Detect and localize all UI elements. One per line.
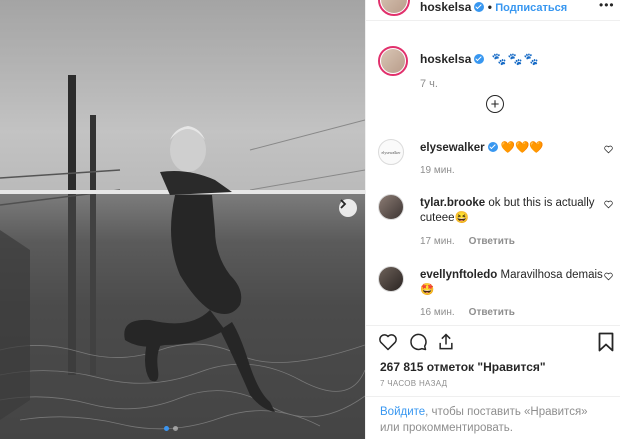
commenter-avatar[interactable]: elysewalker bbox=[378, 139, 404, 165]
carousel-dot bbox=[173, 426, 178, 431]
carousel-dots bbox=[164, 426, 178, 431]
login-link[interactable]: Войдите bbox=[380, 406, 425, 418]
comment-time[interactable]: 16 мин. bbox=[420, 307, 455, 318]
instagram-post: hoskelsa • Подписаться ••• hoskelsa 🐾🐾🐾 … bbox=[0, 0, 620, 439]
caption-avatar[interactable] bbox=[378, 46, 408, 76]
author-avatar[interactable] bbox=[378, 0, 410, 16]
comment-like-icon[interactable] bbox=[604, 272, 613, 283]
login-prompt: Войдите, чтобы поставить «Нравится» или … bbox=[380, 404, 605, 436]
author-username[interactable]: hoskelsa bbox=[420, 0, 471, 14]
caption: hoskelsa 🐾🐾🐾 bbox=[420, 52, 540, 66]
comment: evellynftoledo Maravilhosa demais 🤩 16 м… bbox=[366, 266, 620, 318]
comment-text: 🧡🧡🧡 bbox=[500, 142, 544, 154]
post-photo[interactable] bbox=[0, 0, 365, 439]
post-header: hoskelsa • Подписаться ••• bbox=[366, 0, 620, 21]
action-bar bbox=[378, 332, 614, 354]
verified-badge-icon bbox=[474, 54, 485, 64]
heart-icon[interactable] bbox=[378, 332, 398, 357]
commenter-username[interactable]: elysewalker bbox=[420, 142, 485, 154]
comment-like-icon[interactable] bbox=[604, 200, 613, 211]
verified-badge-icon bbox=[487, 142, 498, 152]
avatar-logo-text: elysewalker bbox=[381, 149, 401, 155]
comment-like-icon[interactable] bbox=[604, 145, 613, 156]
follow-button[interactable]: Подписаться bbox=[495, 2, 567, 14]
author-line: hoskelsa • Подписаться bbox=[420, 0, 567, 15]
post-details: hoskelsa • Подписаться ••• hoskelsa 🐾🐾🐾 … bbox=[365, 0, 620, 439]
divider bbox=[366, 325, 620, 326]
commenter-username[interactable]: tylar.brooke bbox=[420, 197, 485, 209]
comment-body: tylar.brooke ok but this is actually cut… bbox=[420, 196, 610, 226]
caption-username[interactable]: hoskelsa bbox=[420, 52, 471, 66]
carousel-dot bbox=[164, 426, 169, 431]
divider bbox=[366, 396, 620, 397]
carousel-next-button[interactable] bbox=[339, 199, 357, 217]
comment-time[interactable]: 17 мин. bbox=[420, 236, 455, 247]
share-icon[interactable] bbox=[436, 332, 456, 357]
comment-body: evellynftoledo Maravilhosa demais 🤩 bbox=[420, 268, 610, 298]
more-options-icon[interactable]: ••• bbox=[599, 0, 615, 11]
comment-icon[interactable] bbox=[408, 332, 428, 357]
separator-dot: • bbox=[487, 0, 492, 14]
comment-body: elysewalker 🧡🧡🧡 bbox=[420, 141, 610, 156]
commenter-username[interactable]: evellynftoledo bbox=[420, 269, 497, 281]
comment: tylar.brooke ok but this is actually cut… bbox=[366, 194, 620, 247]
comment: elysewalker elysewalker 🧡🧡🧡 19 мин. bbox=[366, 139, 620, 179]
comment-meta: 17 мин. Ответить bbox=[420, 236, 515, 247]
caption-time[interactable]: 7 ч. bbox=[420, 78, 438, 90]
verified-badge-icon bbox=[474, 2, 485, 12]
reply-button[interactable]: Ответить bbox=[469, 307, 515, 318]
commenter-avatar[interactable] bbox=[378, 194, 404, 220]
comment-meta: 16 мин. Ответить bbox=[420, 307, 515, 318]
caption-text: 🐾🐾🐾 bbox=[491, 52, 540, 66]
reply-button[interactable]: Ответить bbox=[469, 236, 515, 247]
likes-count[interactable]: 267 815 отметок "Нравится" bbox=[380, 360, 546, 374]
post-timestamp[interactable]: 7 ЧАСОВ НАЗАД bbox=[380, 379, 447, 388]
comment-time[interactable]: 19 мин. bbox=[420, 165, 455, 176]
comment-meta: 19 мин. bbox=[420, 165, 455, 176]
load-more-comments-button[interactable]: + bbox=[486, 95, 504, 113]
chevron-right-icon bbox=[340, 199, 347, 209]
commenter-avatar[interactable] bbox=[378, 266, 404, 292]
bookmark-icon[interactable] bbox=[598, 332, 614, 357]
pool-scene bbox=[0, 0, 365, 439]
